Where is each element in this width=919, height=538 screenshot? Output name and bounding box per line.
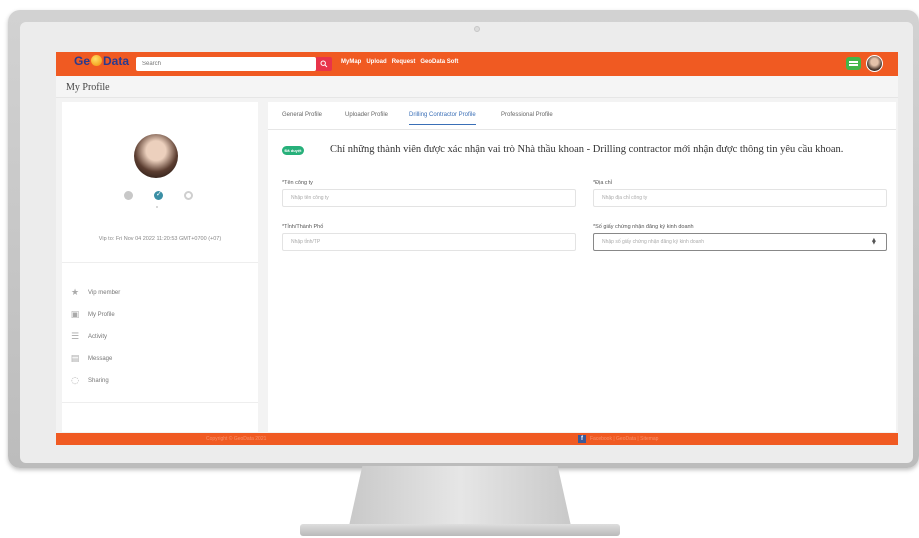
tab-uploader-profile[interactable]: Uploader Profile xyxy=(345,112,388,124)
sidebar-item-activity[interactable]: ☰ Activity xyxy=(70,326,120,348)
monitor-frame: GeData MyMap Upload Request GeoData Soft… xyxy=(8,10,919,468)
sidebar-item-my-profile[interactable]: ▣ My Profile xyxy=(70,304,120,326)
sidebar-item-label: Sharing xyxy=(88,378,109,384)
address-field[interactable]: Nhập địa chỉ công ty xyxy=(593,189,887,207)
sidebar-item-vip-member[interactable]: ★ Vip member xyxy=(70,282,120,304)
divider xyxy=(62,262,258,263)
page-title-bar: My Profile xyxy=(56,76,898,98)
nav-link-geodata-soft[interactable]: GeoData Soft xyxy=(420,59,458,65)
city-field[interactable]: Nhập tỉnh/TP xyxy=(282,233,576,251)
sidebar-item-sharing[interactable]: ◌ Sharing xyxy=(70,370,120,392)
activity-icon: ☰ xyxy=(70,332,80,342)
profile-avatar[interactable] xyxy=(134,134,178,178)
search-icon xyxy=(320,60,328,68)
search-input[interactable] xyxy=(136,57,316,71)
business-license-field[interactable]: Nhập số giấy chứng nhận đăng ký kinh doa… xyxy=(593,233,887,251)
sidebar-item-label: Vip member xyxy=(88,290,121,296)
footer-links[interactable]: Facebook | GeoData | Sitemap xyxy=(590,436,658,442)
camera-dot xyxy=(474,26,480,32)
page-title: My Profile xyxy=(66,82,110,93)
screen: GeData MyMap Upload Request GeoData Soft… xyxy=(56,52,898,445)
top-navbar: GeData MyMap Upload Request GeoData Soft xyxy=(56,52,898,76)
notice-text: Chỉ những thành viên được xác nhận vai t… xyxy=(330,144,844,155)
profile-main-panel: General Profile Uploader Profile Drillin… xyxy=(268,102,896,432)
profile-icon: ▣ xyxy=(70,310,80,320)
approved-badge: Đã duyệt xyxy=(282,146,304,155)
sidebar-menu: ★ Vip member ▣ My Profile ☰ Activity ▤ M… xyxy=(70,282,121,392)
sidebar-item-label: Message xyxy=(88,356,113,362)
tab-general-profile[interactable]: General Profile xyxy=(282,112,322,124)
search-button[interactable] xyxy=(316,57,332,71)
vip-expiry-text: Vip to: Fri Nov 04 2022 11:20:53 GMT+070… xyxy=(98,236,222,242)
monitor-stand-base xyxy=(300,524,620,536)
facebook-icon[interactable]: f xyxy=(578,435,586,443)
business-license-label: *Số giấy chứng nhận đăng ký kinh doanh xyxy=(593,224,694,230)
chat-icon[interactable] xyxy=(846,57,861,70)
company-name-label: *Tên công ty xyxy=(282,180,313,186)
message-icon: ▤ xyxy=(70,354,80,364)
status-dot-grey xyxy=(124,191,133,200)
sidebar-item-label: Activity xyxy=(88,334,108,340)
monitor-stand-neck xyxy=(349,466,571,526)
divider xyxy=(62,402,258,403)
nav-link-request[interactable]: Request xyxy=(392,59,416,65)
user-avatar[interactable] xyxy=(866,55,883,72)
globe-icon xyxy=(91,55,103,66)
number-stepper-icon[interactable]: ▲ ▼ xyxy=(872,238,876,246)
footer: Copyright © GeoData 2021 f Facebook | Ge… xyxy=(56,433,898,445)
nav-links: MyMap Upload Request GeoData Soft xyxy=(341,59,458,65)
sharing-icon: ◌ xyxy=(71,376,79,386)
nav-link-upload[interactable]: Upload xyxy=(366,59,386,65)
footer-copyright: Copyright © GeoData 2021 xyxy=(206,436,267,442)
sidebar-item-label: My Profile xyxy=(88,312,115,318)
profile-tabs: General Profile Uploader Profile Drillin… xyxy=(268,102,896,130)
verified-check-icon xyxy=(154,190,163,200)
company-name-field[interactable]: Nhập tên công ty xyxy=(282,189,576,207)
sidebar-item-message[interactable]: ▤ Message xyxy=(70,348,120,370)
tab-drilling-contractor-profile[interactable]: Drilling Contractor Profile xyxy=(409,112,476,125)
logo[interactable]: Ge Data xyxy=(74,54,129,68)
star-icon: ★ xyxy=(70,288,80,298)
small-dot xyxy=(156,206,158,208)
profile-sidebar: Vip to: Fri Nov 04 2022 11:20:53 GMT+070… xyxy=(62,102,258,432)
status-dot-outline xyxy=(184,191,193,200)
tab-professional-profile[interactable]: Professional Profile xyxy=(501,112,553,124)
address-label: *Địa chỉ xyxy=(593,180,612,186)
nav-link-mymap[interactable]: MyMap xyxy=(341,59,361,65)
city-label: *Tỉnh/Thành Phố xyxy=(282,224,324,230)
